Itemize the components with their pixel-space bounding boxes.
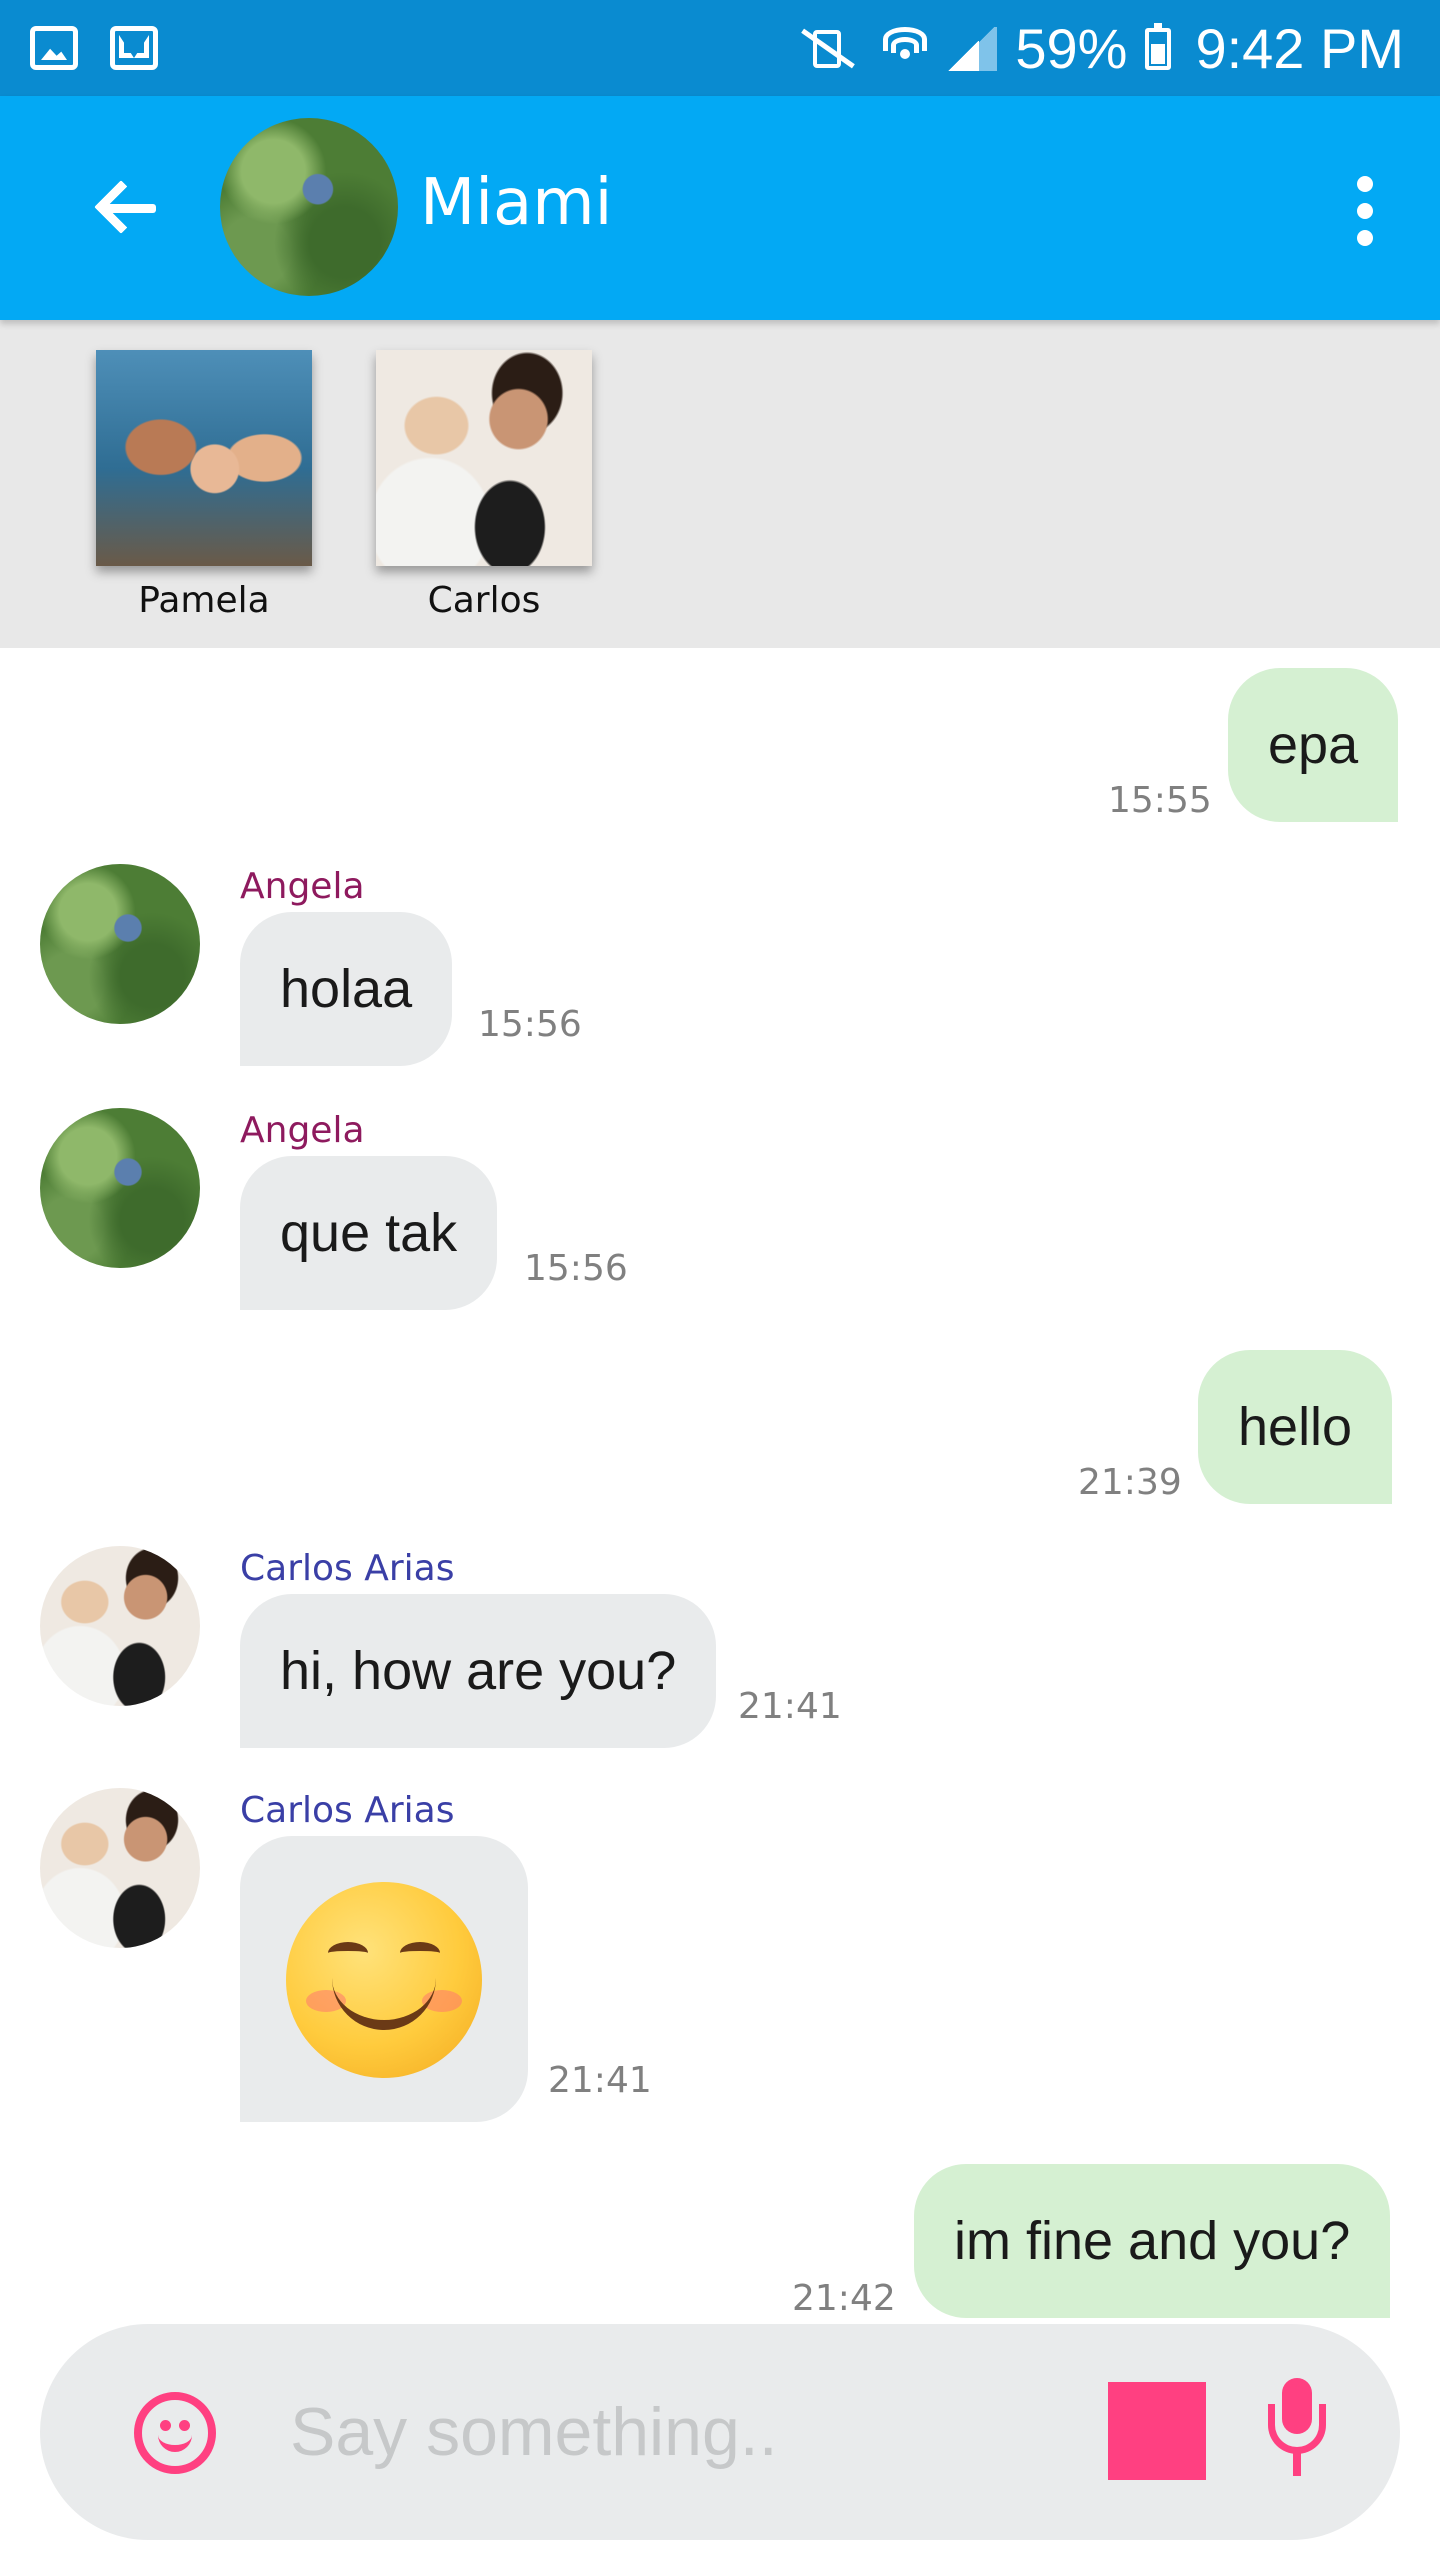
message-time: 21:41 [548,2060,652,2101]
back-button[interactable] [78,162,170,254]
message-bubble[interactable]: hi, how are you? [240,1594,717,1748]
stop-button[interactable] [1108,2382,1206,2480]
participant-carlos[interactable]: Carlos [369,350,599,621]
message-list[interactable]: epa 15:55 Angela holaa 15:56 Angela que … [0,648,1440,2328]
message-bubble[interactable]: hello [1198,1350,1393,1504]
message-time: 15:56 [478,1004,582,1045]
chat-title[interactable]: Miami [420,166,612,240]
sender-name: Carlos Arias [240,1548,455,1589]
avatar[interactable] [40,1546,200,1706]
more-vert-icon[interactable] [1340,176,1390,246]
group-avatar[interactable] [220,118,398,296]
message-bubble[interactable]: im fine and you? [914,2164,1391,2318]
avatar[interactable] [40,1788,200,1948]
avatar[interactable] [40,864,200,1024]
participant-pamela[interactable]: Pamela [89,350,319,621]
participants-strip: Pamela Carlos [0,320,1440,648]
gallery-icon [30,26,78,70]
participant-photo [376,350,592,566]
message-bubble[interactable] [240,1836,528,2122]
message-input[interactable] [290,2372,1070,2492]
message-composer [40,2324,1400,2540]
message-time: 21:41 [738,1686,842,1727]
message-time: 21:39 [1078,1462,1182,1503]
signal-icon [947,27,998,71]
gmail-icon [110,26,158,70]
sender-name: Angela [240,1110,365,1151]
status-bar: 59% 9:42 PM [0,0,1440,96]
message-time: 15:55 [1108,780,1212,821]
vibrate-icon [791,26,863,72]
message-bubble[interactable]: epa [1228,668,1399,822]
message-time: 15:56 [524,1248,628,1289]
battery-percent: 59% [1015,17,1128,80]
wifi-icon [881,25,929,73]
avatar[interactable] [40,1108,200,1268]
mic-icon[interactable] [1262,2378,1332,2488]
participant-name: Pamela [138,580,270,621]
message-time: 21:42 [792,2278,896,2319]
smiling-face-emoji [286,1882,482,2078]
emoji-picker-button[interactable] [134,2392,216,2474]
participant-name: Carlos [427,580,541,621]
participant-photo [96,350,312,566]
status-time: 9:42 PM [1195,17,1404,80]
app-bar: Miami [0,96,1440,320]
message-bubble[interactable]: holaa [240,912,453,1066]
sender-name: Angela [240,866,365,907]
message-bubble[interactable]: que tak [240,1156,498,1310]
battery-icon [1145,23,1172,70]
sender-name: Carlos Arias [240,1790,455,1831]
